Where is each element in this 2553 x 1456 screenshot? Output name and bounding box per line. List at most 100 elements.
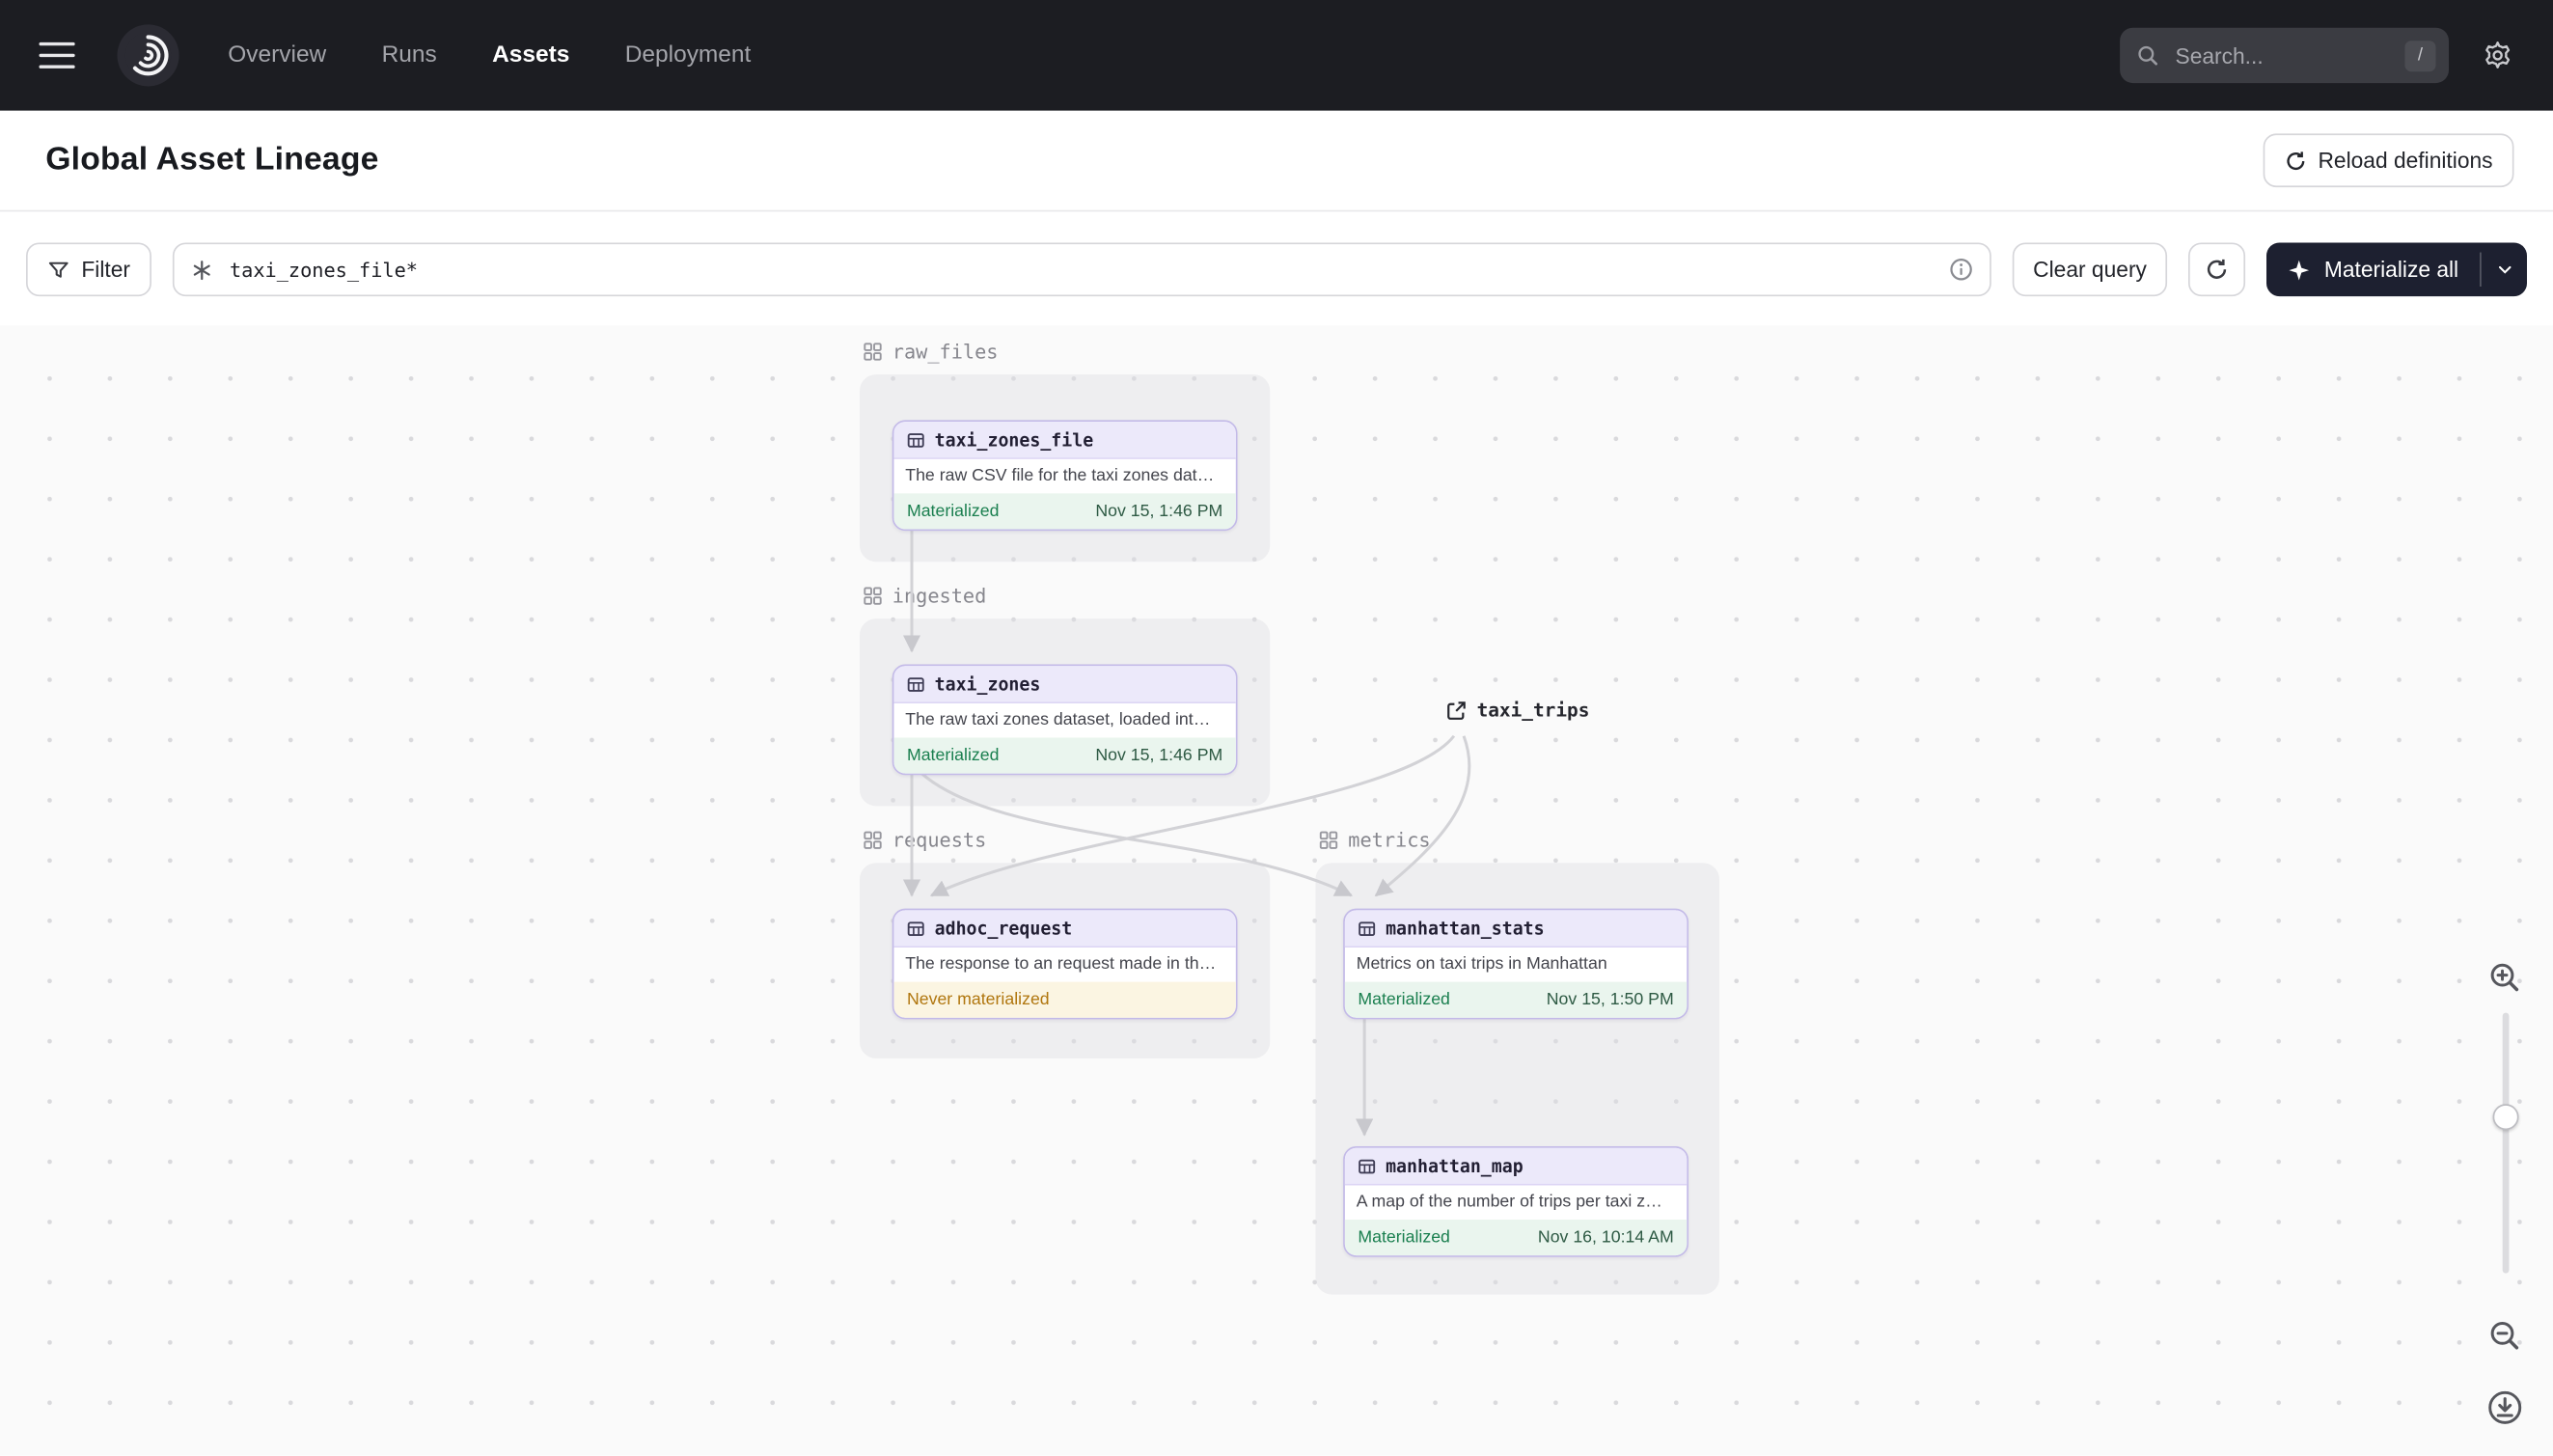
asset-description: A map of the number of trips per taxi z… — [1356, 1192, 1662, 1212]
status-badge: Materialized — [1358, 1227, 1450, 1248]
nav-item-runs[interactable]: Runs — [382, 42, 437, 69]
asset-node-manhattan-map[interactable]: manhattan_map A map of the number of tri… — [1343, 1146, 1688, 1257]
search-icon — [2138, 45, 2158, 66]
group-label-metrics[interactable]: metrics — [1319, 829, 1431, 852]
asset-description: The raw CSV file for the taxi zones dat… — [905, 465, 1215, 485]
group-icon — [1319, 831, 1338, 849]
page-header: Global Asset Lineage Reload definitions — [0, 110, 2553, 212]
group-icon — [864, 343, 882, 361]
zoom-slider-handle[interactable] — [2492, 1104, 2519, 1131]
chevron-down-icon — [2498, 265, 2511, 274]
download-icon — [2487, 1390, 2521, 1423]
status-badge: Never materialized — [906, 990, 1050, 1010]
materialization-timestamp: Nov 16, 10:14 AM — [1537, 1227, 1674, 1248]
lineage-canvas[interactable]: raw_files ingested requests metrics taxi… — [0, 325, 2553, 1456]
refresh-icon — [2286, 151, 2304, 170]
op-selector-icon — [193, 260, 210, 280]
materialize-all-label: Materialize all — [2323, 257, 2459, 282]
asset-description: The response to an request made in th… — [905, 953, 1217, 975]
refresh-icon — [2208, 259, 2227, 279]
nav-item-deployment[interactable]: Deployment — [625, 42, 752, 69]
table-icon — [1359, 1158, 1376, 1173]
table-icon — [907, 920, 924, 936]
group-icon — [864, 587, 882, 605]
group-name: raw_files — [892, 340, 999, 364]
zoom-out-icon — [2490, 1322, 2519, 1350]
table-icon — [1359, 920, 1376, 936]
nav-item-assets[interactable]: Assets — [492, 42, 569, 69]
search-input[interactable] — [2172, 41, 2392, 69]
download-image-button[interactable] — [2482, 1384, 2527, 1429]
materialization-timestamp: Nov 15, 1:46 PM — [1095, 745, 1223, 766]
group-label-raw-files[interactable]: raw_files — [863, 340, 999, 364]
asset-selection-input-wrap — [172, 242, 1991, 297]
materialization-timestamp: Nov 15, 1:46 PM — [1095, 501, 1223, 521]
materialize-all-button[interactable]: Materialize all — [2266, 242, 2527, 297]
zoom-slider-track[interactable] — [2501, 1012, 2509, 1274]
asset-node-manhattan-stats[interactable]: manhattan_stats Metrics on taxi trips in… — [1343, 908, 1688, 1020]
filter-funnel-icon — [48, 261, 69, 277]
asset-node-adhoc-request[interactable]: adhoc_request The response to an request… — [892, 908, 1238, 1020]
sparkle-icon — [2290, 259, 2310, 280]
group-name: metrics — [1348, 828, 1431, 852]
external-link-icon — [1447, 701, 1466, 720]
info-icon[interactable] — [1948, 258, 1972, 282]
status-badge: Materialized — [906, 745, 1000, 766]
asset-node-header: manhattan_stats — [1344, 910, 1688, 948]
group-name: requests — [892, 828, 987, 852]
external-asset-name: taxi_trips — [1476, 698, 1590, 722]
lineage-edges — [902, 529, 1471, 1137]
asset-name: taxi_zones_file — [934, 428, 1094, 451]
status-badge: Materialized — [906, 501, 1000, 521]
asset-name: manhattan_map — [1386, 1155, 1524, 1177]
external-asset-taxi-trips[interactable]: taxi_trips — [1446, 698, 1590, 722]
asset-node-header: taxi_zones — [893, 666, 1236, 703]
status-badge: Materialized — [1358, 990, 1450, 1010]
materialize-all-main[interactable]: Materialize all — [2267, 242, 2480, 296]
reload-definitions-label: Reload definitions — [2318, 148, 2493, 173]
asset-node-header: taxi_zones_file — [893, 422, 1236, 459]
asset-name: adhoc_request — [934, 917, 1073, 939]
table-icon — [907, 676, 924, 692]
asset-node-header: manhattan_map — [1344, 1147, 1688, 1186]
asset-node-taxi-zones-file[interactable]: taxi_zones_file The raw CSV file for the… — [892, 420, 1238, 532]
asset-name: manhattan_stats — [1386, 917, 1545, 939]
group-label-ingested[interactable]: ingested — [863, 584, 987, 608]
group-label-requests[interactable]: requests — [863, 829, 986, 852]
reload-definitions-button[interactable]: Reload definitions — [2263, 133, 2514, 188]
settings-gear-icon[interactable] — [2482, 40, 2514, 72]
hamburger-menu-icon[interactable] — [39, 41, 75, 69]
asset-description: Metrics on taxi trips in Manhattan — [1356, 953, 1607, 975]
page-title: Global Asset Lineage — [45, 141, 379, 178]
asset-status-bar: Materialized Nov 16, 10:14 AM — [1344, 1219, 1688, 1256]
clear-query-button[interactable]: Clear query — [2012, 242, 2168, 297]
filter-button[interactable]: Filter — [26, 242, 151, 297]
search-shortcut-badge: / — [2404, 40, 2436, 71]
materialization-timestamp: Nov 15, 1:50 PM — [1546, 990, 1674, 1010]
primary-nav: Overview Runs Assets Deployment — [228, 42, 751, 69]
lineage-toolbar: Filter Clear query — [0, 213, 2553, 326]
zoom-in-icon — [2490, 963, 2519, 992]
group-name: ingested — [892, 584, 987, 608]
asset-status-bar: Never materialized — [893, 981, 1236, 1018]
clear-query-label: Clear query — [2033, 257, 2147, 282]
asset-status-bar: Materialized Nov 15, 1:46 PM — [893, 737, 1236, 774]
filter-label: Filter — [81, 257, 130, 282]
group-icon — [864, 831, 882, 849]
nav-item-overview[interactable]: Overview — [228, 42, 326, 69]
zoom-out-button[interactable] — [2482, 1312, 2527, 1358]
refresh-graph-button[interactable] — [2188, 242, 2246, 297]
logo-swirl — [124, 32, 172, 79]
asset-description: The raw taxi zones dataset, loaded int… — [905, 709, 1211, 729]
asset-selection-input[interactable] — [226, 256, 1935, 283]
asset-name: taxi_zones — [934, 673, 1041, 695]
asset-node-header: adhoc_request — [893, 910, 1236, 948]
asset-node-taxi-zones[interactable]: taxi_zones The raw taxi zones dataset, l… — [892, 664, 1238, 776]
asset-status-bar: Materialized Nov 15, 1:50 PM — [1344, 981, 1688, 1018]
top-navbar: Overview Runs Assets Deployment / — [0, 0, 2553, 111]
global-search[interactable]: / — [2120, 27, 2449, 84]
zoom-in-button[interactable] — [2482, 954, 2527, 1000]
dagster-logo-icon[interactable] — [117, 24, 179, 87]
app-window: Overview Runs Assets Deployment / Global… — [0, 0, 2553, 1456]
materialize-options-caret[interactable] — [2482, 242, 2527, 296]
